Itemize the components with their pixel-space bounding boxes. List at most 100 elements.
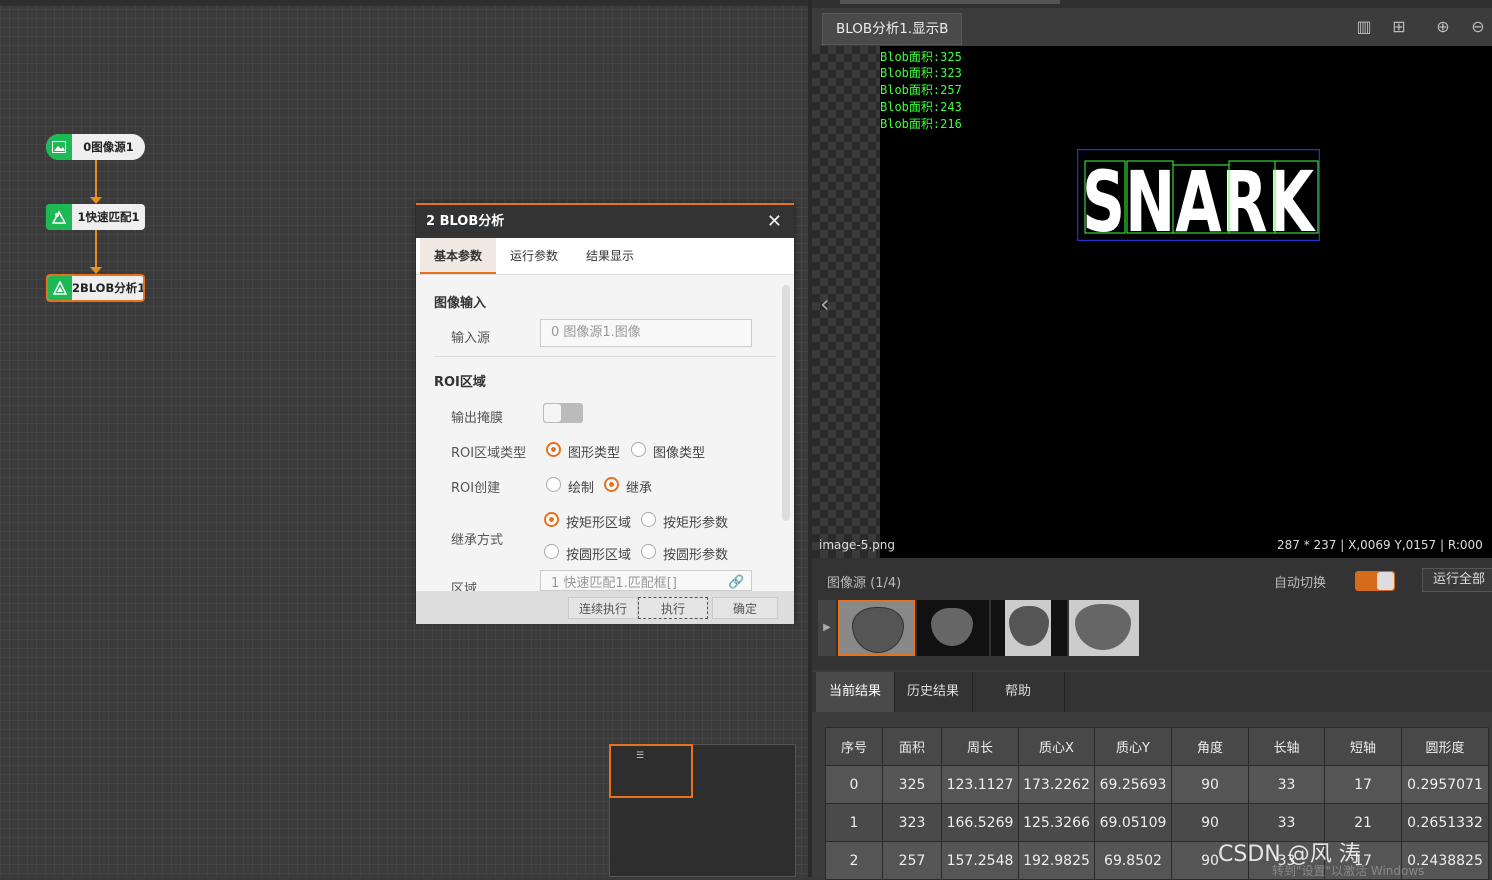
view-tab[interactable]: BLOB分析1.显示B — [822, 13, 962, 45]
divider — [434, 356, 776, 357]
flow-node-blob-analysis[interactable]: 2BLOB分析1 — [46, 274, 145, 302]
flow-node-image-source[interactable]: 0图像源1 — [46, 134, 145, 160]
right-panel-tab-indicator — [840, 0, 1060, 4]
table-cell: 0.2957071 — [1401, 765, 1489, 804]
thumbnail-3[interactable] — [991, 600, 1067, 656]
windows-activation-notice: 转到"设置"以激活 Windows — [1272, 864, 1425, 878]
column-header[interactable]: 圆形度 — [1401, 727, 1489, 766]
table-cell: 257 — [882, 841, 942, 880]
dialog-tabs: 基本参数 运行参数 结果显示 — [416, 238, 794, 275]
table-row[interactable]: 0 325 123.1127 173.2262 69.25693 90 33 1… — [825, 765, 1489, 804]
blob-area-text: Blob面积:325 — [880, 50, 962, 64]
tab-basic-params[interactable]: 基本参数 — [420, 238, 496, 274]
thumbnail-1[interactable] — [838, 600, 915, 656]
column-header[interactable]: 短轴 — [1324, 727, 1402, 766]
radio-label: 图形类型 — [568, 446, 621, 461]
table-cell: 69.25693 — [1094, 765, 1172, 804]
tab-result-display[interactable]: 结果显示 — [576, 238, 644, 274]
tab-run-params[interactable]: 运行参数 — [500, 238, 568, 274]
image-icon — [46, 134, 72, 160]
blob-icon — [48, 276, 72, 300]
table-cell: 166.5269 — [941, 803, 1019, 842]
image-status: 287 * 237 | X,0069 Y,0157 | R:000 — [1277, 538, 1483, 552]
column-header[interactable]: 长轴 — [1248, 727, 1325, 766]
radio-shape-type[interactable] — [546, 442, 561, 457]
image-filename: image-5.png — [819, 538, 895, 552]
radio-label: 绘制 — [568, 481, 595, 496]
radio-by-rect-region[interactable] — [544, 512, 559, 527]
table-cell: 125.3266 — [1018, 803, 1095, 842]
blob-analysis-dialog: 2 BLOB分析 ✕ 基本参数 运行参数 结果显示 图像输入 输入源 0 图像源… — [416, 203, 794, 624]
minimap-viewport[interactable] — [609, 744, 693, 798]
guitar-pick-image — [1075, 604, 1131, 650]
auto-switch-toggle[interactable] — [1355, 571, 1395, 591]
column-header[interactable]: 质心Y — [1094, 727, 1172, 766]
section-image-input: 图像输入 — [434, 296, 487, 311]
snark-text: SNARK — [1082, 153, 1316, 241]
link-icon[interactable]: 🔗 — [728, 575, 744, 590]
dialog-scrollbar[interactable] — [782, 285, 790, 521]
input-source-field[interactable]: 0 图像源1.图像 — [540, 319, 752, 347]
radio-label: 图像类型 — [653, 446, 706, 461]
run-all-button[interactable]: 运行全部 — [1422, 568, 1492, 592]
flow-connector — [90, 160, 102, 204]
radio-by-circle-params[interactable] — [641, 544, 656, 559]
table-cell: 323 — [882, 803, 942, 842]
output-mask-label: 输出掩膜 — [451, 411, 504, 426]
radio-by-circle-region[interactable] — [544, 544, 559, 559]
guitar-pick-image — [931, 608, 973, 646]
table-cell: 0.2651332 — [1401, 803, 1489, 842]
region-field[interactable]: 1 快速匹配1.匹配框[] — [540, 570, 752, 591]
column-header[interactable]: 质心X — [1018, 727, 1095, 766]
match-icon — [46, 204, 72, 230]
continuous-run-button[interactable]: 连续执行 — [568, 597, 638, 619]
dialog-title: 2 BLOB分析 — [416, 205, 794, 238]
thumbnail-2[interactable] — [917, 600, 989, 656]
run-button[interactable]: 执行 — [638, 597, 708, 619]
table-cell: 0 — [825, 765, 883, 804]
table-cell: 157.2548 — [941, 841, 1019, 880]
guitar-pick-image — [852, 607, 904, 653]
tab-history-results[interactable]: 历史结果 — [894, 672, 973, 712]
thumbnail-4[interactable] — [1069, 600, 1139, 656]
flow-node-fast-match[interactable]: 1快速匹配1 — [46, 204, 145, 230]
blob-result-image: SNARK — [1077, 149, 1320, 241]
radio-draw[interactable] — [546, 477, 561, 492]
play-icon[interactable]: ▶ — [818, 600, 836, 656]
tab-current-results[interactable]: 当前结果 — [816, 672, 895, 712]
column-header[interactable]: 序号 — [825, 727, 883, 766]
zoom-out-icon[interactable]: ⊖ — [1469, 18, 1487, 36]
output-mask-toggle[interactable] — [543, 403, 583, 423]
grid-view-icon[interactable]: ⊞ — [1390, 18, 1408, 36]
chevron-left-icon[interactable]: ‹ — [820, 290, 830, 318]
zoom-in-icon[interactable]: ⊕ — [1434, 18, 1452, 36]
table-cell: 2 — [825, 841, 883, 880]
confirm-button[interactable]: 确定 — [712, 597, 778, 619]
minimap-node-glyph: ☰ — [636, 751, 645, 761]
blob-area-text: Blob面积:323 — [880, 66, 962, 80]
single-view-icon[interactable]: ▥ — [1355, 18, 1373, 36]
image-source-title: 图像源 (1/4) — [827, 576, 902, 591]
column-header[interactable]: 角度 — [1171, 727, 1249, 766]
auto-switch-label: 自动切换 — [1274, 576, 1327, 591]
flow-node-label: 2BLOB分析1 — [72, 281, 143, 295]
radio-label: 按矩形区域 — [566, 516, 632, 531]
toggle-knob — [544, 404, 561, 422]
table-cell: 90 — [1171, 765, 1249, 804]
table-cell: 123.1127 — [941, 765, 1019, 804]
radio-label: 按圆形区域 — [566, 548, 632, 563]
roi-type-label: ROI区域类型 — [451, 446, 527, 461]
column-header[interactable]: 面积 — [882, 727, 942, 766]
thumbnail-strip: ▶ — [818, 600, 1492, 656]
table-cell: 1 — [825, 803, 883, 842]
column-header[interactable]: 周长 — [941, 727, 1019, 766]
table-cell: 69.05109 — [1094, 803, 1172, 842]
radio-image-type[interactable] — [631, 442, 646, 457]
radio-inherit[interactable] — [604, 477, 619, 492]
radio-label: 继承 — [626, 481, 653, 496]
close-icon[interactable]: ✕ — [767, 205, 782, 238]
table-cell: 17 — [1324, 765, 1402, 804]
radio-by-rect-params[interactable] — [641, 512, 656, 527]
table-row[interactable]: 1 323 166.5269 125.3266 69.05109 90 33 2… — [825, 803, 1489, 842]
tab-help[interactable]: 帮助 — [972, 672, 1065, 712]
